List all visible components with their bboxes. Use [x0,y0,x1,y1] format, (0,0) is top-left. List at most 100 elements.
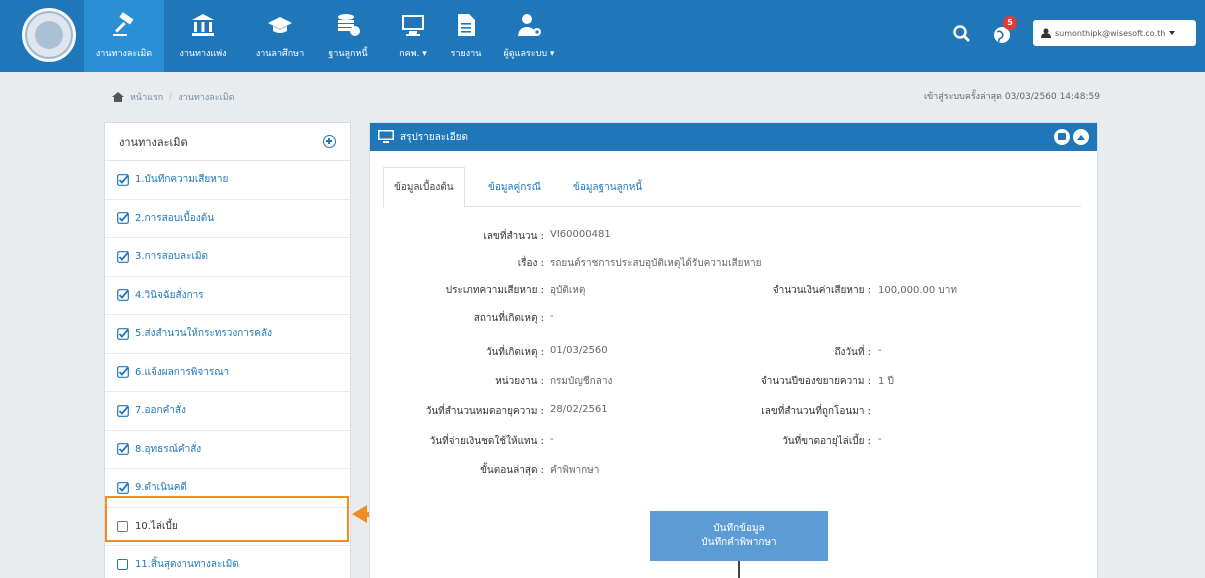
record-button-line1: บันทึกข้อมูล [713,523,765,534]
damage-type-value: อุบัติเหตุ [550,285,586,296]
checkbox-checked-icon [117,327,129,340]
subject-label: เรื่อง : [517,258,544,269]
sidebar-item-step-7[interactable]: 7.ออกคำสั่ง [105,392,350,431]
last-login-text: เข้าสู่ระบบครั้งล่าสุด 03/03/2560 14:48:… [923,92,1100,102]
damage-type-label: ประเภทความเสียหาย : [445,285,544,296]
notification-badge[interactable]: 5 [1003,16,1017,30]
summary-panel: สรุปรายละเอียด ข้อมูลเบื้องต้น ข้อมูลคู่… [369,122,1098,578]
checkbox-checked-icon [117,366,129,379]
nav-label: งานทางละเมิด [95,49,153,59]
user-email: sumonthipk@wisesoft.co.th [1055,28,1166,38]
agency-logo[interactable] [22,8,76,62]
top-navbar: งานทางละเมิด งานทางแพ่ง งานลาศึกษา ฐานลู… [0,0,1205,72]
home-icon [112,92,124,102]
nav-study-leave[interactable]: งานลาศึกษา [244,0,316,72]
user-icon [1041,28,1051,38]
nav-kkp-menu[interactable]: กคพ. ▾ [386,0,440,72]
checkbox-checked-icon [117,289,129,302]
sidebar-item-label: 11.สิ้นสุดงานทางละเมิด [135,559,239,571]
nav-label: ฐานลูกหนี้ [328,49,368,59]
sidebar-item-label: 8.อุทธรณ์คำสั่ง [135,443,202,455]
compensation-date-value: - [550,434,554,445]
nav-label: ผู้ดูแลระบบ ▾ [503,49,555,59]
plus-circle-icon[interactable] [323,135,336,148]
collapse-icon[interactable] [1073,129,1089,145]
breadcrumb-home-link[interactable]: หน้าแรก [130,90,163,104]
place-value: - [550,311,554,322]
breadcrumb-separator: / [169,92,173,102]
agency-value: กรมบัญชีกลาง [550,376,613,387]
expiry-date-label: วันที่สำนวนหมดอายุความ : [425,406,544,417]
record-button-line2: บันทึกคำพิพากษา [701,537,777,548]
damage-amount-value: 100,000.00 บาท [878,285,957,296]
nav-admin-menu[interactable]: ผู้ดูแลระบบ ▾ [494,0,564,72]
tab-parties[interactable]: ข้อมูลคู่กรณี [478,167,551,207]
panel-tools [1054,129,1089,145]
print-icon[interactable] [1054,129,1070,145]
highlight-box [105,496,349,542]
flow-connector [738,561,740,578]
gavel-icon [113,12,134,36]
sidebar-item-label: 9.ดำเนินคดี [135,482,187,494]
document-icon [458,14,475,36]
tab-basic-info[interactable]: ข้อมูลเบื้องต้น [383,167,465,208]
checkbox-checked-icon [117,443,129,456]
subject-value: รถยนต์ราชการประสบอุบัติเหตุได้รับความเสี… [550,258,762,269]
bank-icon [192,14,214,36]
nav-civil-cases[interactable]: งานทางแพ่ง [168,0,238,72]
monitor-icon [402,15,424,36]
panel-header: สรุปรายละเอียด [370,123,1097,151]
checkbox-checked-icon [117,212,129,225]
user-menu-dropdown[interactable]: sumonthipk@wisesoft.co.th [1033,20,1196,46]
expiry-date-value: 28/02/2561 [550,404,608,415]
chevron-down-icon [1169,31,1176,35]
latest-step-value: คำพิพากษา [550,465,600,476]
breadcrumb-current: งานทางละเมิด [178,93,235,103]
checkbox-checked-icon [117,250,129,263]
sidebar-item-step-2[interactable]: 2.การสอบเบื้องต้น [105,200,350,238]
to-date-label: ถึงวันที่ : [834,347,871,358]
sidebar-item-label: 5.ส่งสำนวนให้กระทรวงการคลัง [135,328,273,340]
record-judgment-button[interactable]: บันทึกข้อมูล บันทึกคำพิพากษา [650,511,828,561]
search-icon[interactable] [952,24,972,44]
sidebar-item-step-1[interactable]: 1.บันทึกความเสียหาย [105,161,350,200]
compensation-date-label: วันที่จ่ายเงินชดใช้ให้แทน : [429,436,544,447]
latest-step-label: ขั้นตอนล่าสุด : [480,465,544,476]
database-icon [338,14,360,36]
graduation-cap-icon [268,17,292,33]
sidebar-item-label: 6.แจ้งผลการพิจารณา [135,366,230,378]
user-settings-icon [518,14,541,36]
checkbox-checked-icon [117,173,129,186]
checkbox-checked-icon [117,404,129,417]
nav-label: งานทางแพ่ง [179,49,227,59]
sidebar-item-step-11[interactable]: 11.สิ้นสุดงานทางละเมิด [105,546,350,578]
checkbox-checked-icon [117,481,129,494]
sidebar-item-label: 1.บันทึกความเสียหาย [135,174,229,186]
extension-years-label: จำนวนปีของขยายความ : [760,376,871,387]
detail-tabs: ข้อมูลเบื้องต้น ข้อมูลคู่กรณี ข้อมูลฐานล… [383,167,1081,208]
nav-reports[interactable]: รายงาน [442,0,490,72]
sidebar-item-label: 4.วินิจฉัยสั่งการ [135,289,204,301]
sidebar-item-step-5[interactable]: 5.ส่งสำนวนให้กระทรวงการคลัง [105,315,350,354]
sidebar-item-label: 7.ออกคำสั่ง [135,405,186,417]
arrow-left-icon [352,505,367,523]
sidebar-item-step-3[interactable]: 3.การสอบละเมิด [105,238,350,277]
case-no-label: เลขที่สำนวน : [483,231,544,242]
sidebar-item-label: 3.การสอบละเมิด [135,251,209,263]
nav-tort-cases[interactable]: งานทางละเมิด [84,0,164,72]
sidebar-item-step-4[interactable]: 4.วินิจฉัยสั่งการ [105,277,350,315]
place-label: สถานที่เกิดเหตุ : [473,313,544,324]
sidebar-item-step-6[interactable]: 6.แจ้งผลการพิจารณา [105,354,350,392]
damage-amount-label: จำนวนเงินค่าเสียหาย : [772,285,871,296]
sidebar-header: งานทางละเมิด [105,123,350,161]
incident-date-value: 01/03/2560 [550,345,608,356]
nav-label: กคพ. ▾ [399,49,427,59]
checkbox-unchecked-icon[interactable] [117,559,128,571]
nav-debtor-base[interactable]: ฐานลูกหนี้ [316,0,380,72]
tab-debtor-base[interactable]: ข้อมูลฐานลูกหนี้ [563,167,652,207]
recourse-expiry-label: วันที่ขาดอายุไล่เบี้ย : [782,436,871,447]
sidebar-item-step-8[interactable]: 8.อุทธรณ์คำสั่ง [105,431,350,469]
breadcrumb: หน้าแรก / งานทางละเมิด [112,90,234,104]
extension-years-value: 1 ปี [878,376,894,387]
panel-title: สรุปรายละเอียด [400,131,468,143]
